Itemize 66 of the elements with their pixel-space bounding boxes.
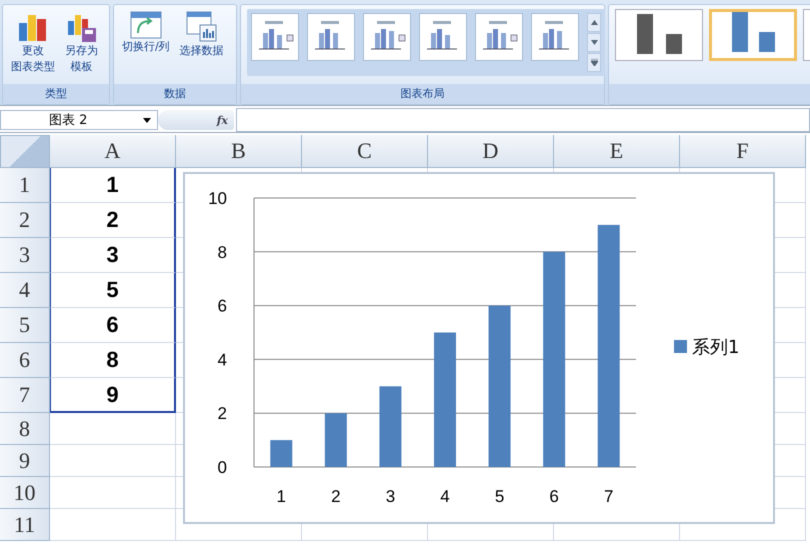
row-header[interactable]: 7 [0, 378, 50, 413]
group-label: 图表布局 [241, 84, 604, 104]
axis-label: 1 [276, 487, 286, 506]
row-header[interactable]: 8 [0, 413, 50, 445]
bar [324, 413, 347, 467]
table-swap-icon [130, 11, 162, 39]
axis-label: 5 [494, 487, 504, 506]
row-header[interactable]: 2 [0, 203, 50, 238]
row-header[interactable]: 1 [0, 168, 50, 203]
axis-label: 4 [218, 350, 227, 370]
chart-style-option[interactable] [709, 9, 797, 61]
scroll-down-button[interactable] [587, 33, 601, 52]
column-header[interactable]: B [176, 135, 302, 168]
column-header[interactable]: A [50, 135, 176, 168]
bar-icon [636, 14, 652, 54]
row-header[interactable]: 4 [0, 273, 50, 308]
group-label: 数据 [114, 84, 236, 104]
axis-label: 7 [604, 487, 614, 506]
axis-label: 2 [331, 487, 341, 506]
axis-label: 2 [218, 404, 227, 424]
row-header[interactable]: 6 [0, 343, 50, 378]
ribbon-button[interactable]: 另存为 模板 [63, 9, 100, 77]
expand-icon [590, 59, 598, 66]
row-header[interactable]: 5 [0, 308, 50, 343]
table-cell: 3 [50, 238, 176, 273]
axis-label: 3 [386, 487, 396, 506]
ribbon-button[interactable]: 选择数据 [178, 9, 226, 61]
scroll-up-button[interactable] [587, 13, 601, 32]
formula-input[interactable] [236, 108, 810, 132]
down-arrow-icon [590, 40, 598, 45]
bar [270, 440, 292, 467]
chart-style-option[interactable] [615, 9, 703, 61]
row-header[interactable]: 10 [0, 477, 50, 509]
table-cell: 2 [50, 203, 176, 238]
table-chart-icon [186, 11, 218, 43]
axis-label: 6 [218, 296, 227, 316]
column-header[interactable]: F [680, 135, 806, 168]
axis-label: 10 [208, 189, 227, 208]
row-header[interactable]: 3 [0, 238, 50, 273]
bar-icon [732, 12, 748, 52]
ribbon-button[interactable]: 更改 图表类型 [9, 9, 57, 77]
column-header[interactable]: E [554, 135, 680, 168]
axis-label: 6 [549, 487, 559, 506]
table-cell: 6 [50, 308, 176, 343]
column-header[interactable]: C [302, 135, 428, 168]
group-label: 类型 [3, 84, 109, 104]
table-cell: 8 [50, 343, 176, 378]
up-arrow-icon [590, 20, 598, 25]
axis-label: 0 [218, 458, 227, 477]
bar-icon [758, 32, 774, 52]
legend-label: 系列1 [692, 337, 740, 358]
axis-label: 4 [440, 487, 450, 506]
function-button[interactable]: fx [158, 110, 234, 130]
column-header[interactable]: D [428, 135, 554, 168]
table-cell: 9 [50, 378, 176, 413]
row-header[interactable]: 9 [0, 445, 50, 477]
row-header[interactable]: 11 [0, 509, 50, 541]
dropdown-icon[interactable] [143, 118, 151, 123]
bar-icon [666, 34, 682, 54]
ribbon-button[interactable]: 切换行/列 [120, 9, 172, 57]
name-box[interactable]: 图表 2 [0, 110, 158, 130]
table-cell: 5 [50, 273, 176, 308]
table-cell: 1 [50, 168, 176, 203]
chart-area[interactable]: 0 2 4 6 8 10 1 2 3 4 5 6 7 系列1 [183, 172, 775, 524]
more-button[interactable] [587, 53, 601, 72]
axis-label: 8 [218, 242, 227, 262]
